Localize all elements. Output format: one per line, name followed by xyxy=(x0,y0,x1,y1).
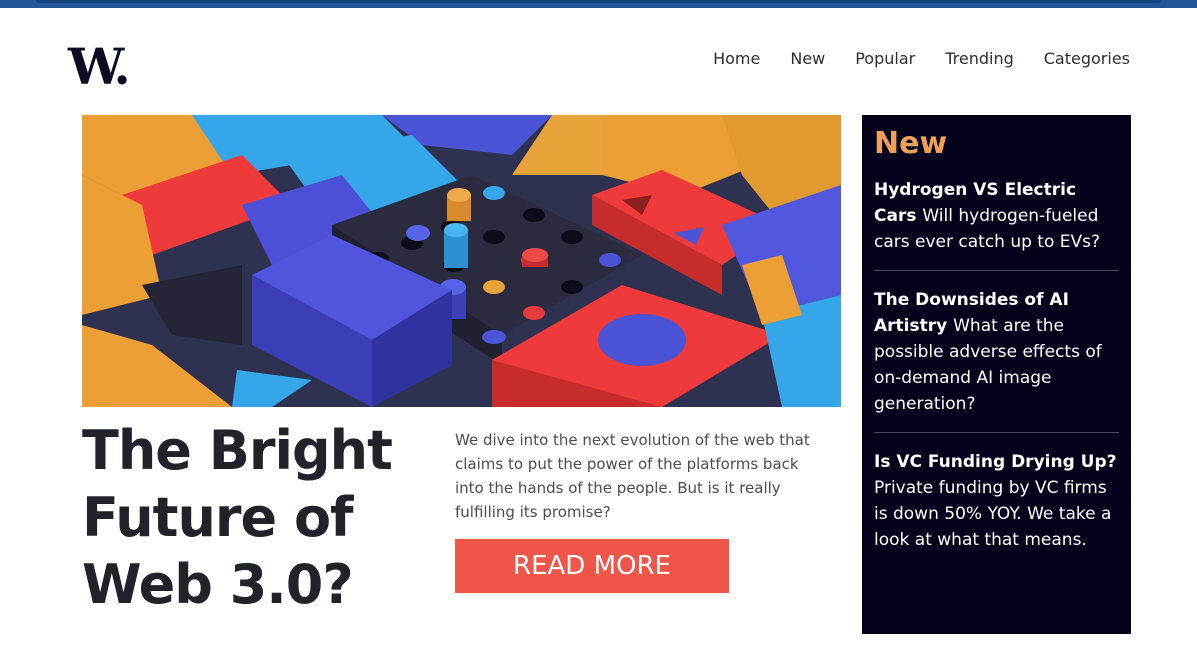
abstract-blocks-illustration xyxy=(82,115,841,407)
main-navigation: Home New Popular Trending Categories xyxy=(713,48,1130,70)
headline-line-3: Web 3.0? xyxy=(82,553,354,616)
divider xyxy=(874,432,1119,433)
article-teaser: We dive into the next evolution of the w… xyxy=(455,431,810,521)
sidebar-news-item[interactable]: The Downsides of AI Artistry What are th… xyxy=(874,287,1119,417)
news-item-title: Is VC Funding Drying Up? xyxy=(874,452,1117,472)
divider xyxy=(874,270,1119,271)
site-logo[interactable]: W. xyxy=(68,40,131,94)
sidebar-news-item[interactable]: Is VC Funding Drying Up? Private funding… xyxy=(874,449,1119,553)
nav-link-home[interactable]: Home xyxy=(713,48,760,70)
new-articles-sidebar: New Hydrogen VS Electric Cars Will hydro… xyxy=(862,115,1131,634)
nav-link-trending[interactable]: Trending xyxy=(945,48,1014,70)
headline-line-1: The Bright xyxy=(82,419,393,482)
news-item-link[interactable]: Hydrogen VS Electric Cars Will hydrogen-… xyxy=(874,180,1100,252)
headline-line-2: Future of xyxy=(82,486,354,549)
news-item-link[interactable]: Is VC Funding Drying Up? Private funding… xyxy=(874,452,1117,550)
sidebar-news-item[interactable]: Hydrogen VS Electric Cars Will hydrogen-… xyxy=(874,177,1119,255)
nav-link-new[interactable]: New xyxy=(790,48,825,70)
nav-link-popular[interactable]: Popular xyxy=(855,48,915,70)
news-item-description: Private funding by VC firms is down 50% … xyxy=(874,478,1112,550)
browser-top-bar xyxy=(0,0,1197,8)
news-item-link[interactable]: The Downsides of AI Artistry What are th… xyxy=(874,290,1102,414)
nav-link-categories[interactable]: Categories xyxy=(1044,48,1130,70)
article-headline[interactable]: The Bright Future of Web 3.0? xyxy=(82,417,422,618)
hero-image xyxy=(82,115,841,407)
read-more-button[interactable]: READ MORE xyxy=(455,539,729,593)
sidebar-title: New xyxy=(874,126,948,161)
